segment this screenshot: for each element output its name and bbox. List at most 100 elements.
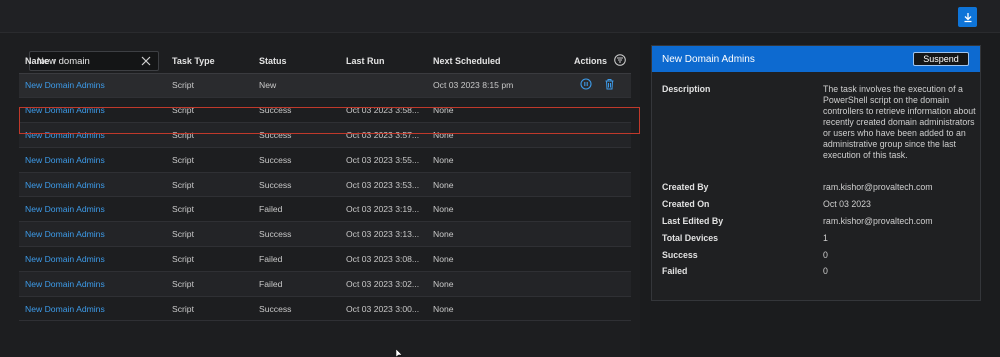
table-header-row: Name ↑ Task Type Status Last Run Next Sc…	[19, 50, 631, 74]
status-cell: Success	[253, 172, 340, 198]
table-row[interactable]: New Domain Admins Script Success Oct 03 …	[19, 122, 631, 148]
status-cell: Failed	[253, 196, 340, 223]
next-scheduled-cell: None	[427, 296, 568, 322]
column-header-actions: Actions	[568, 50, 631, 74]
status-cell: Failed	[253, 246, 340, 272]
table-row[interactable]: New Domain Admins Script Success Oct 03 …	[19, 296, 631, 322]
detail-label: Success	[662, 250, 698, 260]
top-bar	[0, 0, 1000, 33]
table-row[interactable]: New Domain Admins Script Failed Oct 03 2…	[19, 196, 631, 223]
detail-label: Created On	[662, 199, 710, 209]
column-header-last-run[interactable]: Last Run	[340, 50, 427, 74]
task-type-cell: Script	[166, 147, 253, 173]
status-cell: Success	[253, 221, 340, 248]
task-name-link[interactable]: New Domain Admins	[25, 279, 105, 289]
last-run-cell: Oct 03 2023 3:53...	[340, 172, 427, 198]
last-run-cell: Oct 03 2023 3:57...	[340, 122, 427, 148]
status-cell: Failed	[253, 271, 340, 297]
table-row[interactable]: New Domain Admins Script Success Oct 03 …	[19, 147, 631, 173]
next-scheduled-cell: None	[427, 122, 568, 148]
last-run-cell: Oct 03 2023 3:00...	[340, 296, 427, 322]
last-run-cell: Oct 03 2023 3:13...	[340, 221, 427, 248]
task-details-panel: New Domain Admins Suspend Description Th…	[651, 45, 981, 301]
actions-cell	[568, 73, 631, 99]
detail-value: 1	[823, 233, 828, 243]
table-row[interactable]: New Domain Admins Script New Oct 03 2023…	[19, 73, 631, 99]
actions-cell	[568, 246, 631, 272]
column-header-status[interactable]: Status	[253, 50, 340, 74]
tasks-table: Name ↑ Task Type Status Last Run Next Sc…	[19, 50, 631, 322]
task-type-cell: Script	[166, 172, 253, 198]
column-header-next-scheduled[interactable]: Next Scheduled	[427, 50, 568, 74]
last-run-cell: Oct 03 2023 3:08...	[340, 246, 427, 272]
status-cell: New	[253, 73, 340, 99]
task-name-link[interactable]: New Domain Admins	[25, 80, 105, 90]
next-scheduled-cell: Oct 03 2023 8:15 pm	[427, 73, 568, 99]
next-scheduled-cell: None	[427, 196, 568, 223]
task-type-cell: Script	[166, 122, 253, 148]
task-type-cell: Script	[166, 196, 253, 223]
table-row[interactable]: New Domain Admins Script Success Oct 03 …	[19, 97, 631, 124]
task-type-cell: Script	[166, 246, 253, 272]
detail-label: Total Devices	[662, 233, 719, 243]
next-scheduled-cell: None	[427, 271, 568, 297]
status-cell: Success	[253, 296, 340, 322]
last-run-cell: Oct 03 2023 3:19...	[340, 196, 427, 223]
last-run-cell: Oct 03 2023 3:58...	[340, 97, 427, 124]
detail-value: 0	[823, 250, 828, 260]
status-cell: Success	[253, 147, 340, 173]
detail-label: Description	[662, 84, 711, 94]
actions-cell	[568, 172, 631, 198]
last-run-cell: Oct 03 2023 3:55...	[340, 147, 427, 173]
task-name-link[interactable]: New Domain Admins	[25, 304, 105, 314]
download-button[interactable]	[958, 7, 977, 27]
task-type-cell: Script	[166, 271, 253, 297]
column-header-task-type[interactable]: Task Type	[166, 50, 253, 74]
task-name-link[interactable]: New Domain Admins	[25, 105, 105, 115]
task-name-link[interactable]: New Domain Admins	[25, 130, 105, 140]
detail-value: Oct 03 2023	[823, 199, 871, 209]
detail-label: Failed	[662, 266, 688, 276]
actions-cell	[568, 296, 631, 322]
last-run-cell: Oct 03 2023 3:02...	[340, 271, 427, 297]
next-scheduled-cell: None	[427, 97, 568, 124]
actions-cell	[568, 196, 631, 223]
actions-cell	[568, 147, 631, 173]
task-type-cell: Script	[166, 97, 253, 124]
last-run-cell	[340, 73, 427, 99]
actions-cell	[568, 221, 631, 248]
trash-icon[interactable]	[604, 78, 615, 90]
table-row[interactable]: New Domain Admins Script Failed Oct 03 2…	[19, 271, 631, 297]
table-row[interactable]: New Domain Admins Script Success Oct 03 …	[19, 172, 631, 198]
task-name-link[interactable]: New Domain Admins	[25, 254, 105, 264]
next-scheduled-cell: None	[427, 147, 568, 173]
next-scheduled-cell: None	[427, 246, 568, 272]
task-name-link[interactable]: New Domain Admins	[25, 229, 105, 239]
task-name-link[interactable]: New Domain Admins	[25, 204, 105, 214]
task-type-cell: Script	[166, 296, 253, 322]
detail-label: Last Edited By	[662, 216, 724, 226]
details-title: New Domain Admins	[662, 53, 755, 65]
task-name-link[interactable]: New Domain Admins	[25, 180, 105, 190]
task-type-cell: Script	[166, 73, 253, 99]
detail-label: Created By	[662, 182, 709, 192]
table-row[interactable]: New Domain Admins Script Failed Oct 03 2…	[19, 246, 631, 272]
task-name-link[interactable]: New Domain Admins	[25, 155, 105, 165]
download-icon	[964, 12, 971, 22]
status-cell: Success	[253, 97, 340, 124]
suspend-button[interactable]: Suspend	[913, 52, 969, 66]
detail-value: The task involves the execution of a Pow…	[823, 84, 976, 160]
table-row[interactable]: New Domain Admins Script Success Oct 03 …	[19, 221, 631, 248]
column-header-name[interactable]: Name ↑	[19, 50, 166, 74]
next-scheduled-cell: None	[427, 221, 568, 248]
detail-value: ram.kishor@provaltech.com	[823, 216, 933, 226]
pause-icon[interactable]	[580, 78, 592, 90]
status-cell: Success	[253, 122, 340, 148]
details-header: New Domain Admins Suspend	[652, 46, 980, 72]
task-type-cell: Script	[166, 221, 253, 248]
actions-cell	[568, 122, 631, 148]
detail-value: 0	[823, 266, 828, 276]
mouse-cursor-icon	[396, 349, 403, 357]
detail-value: ram.kishor@provaltech.com	[823, 182, 933, 192]
actions-cell	[568, 97, 631, 124]
